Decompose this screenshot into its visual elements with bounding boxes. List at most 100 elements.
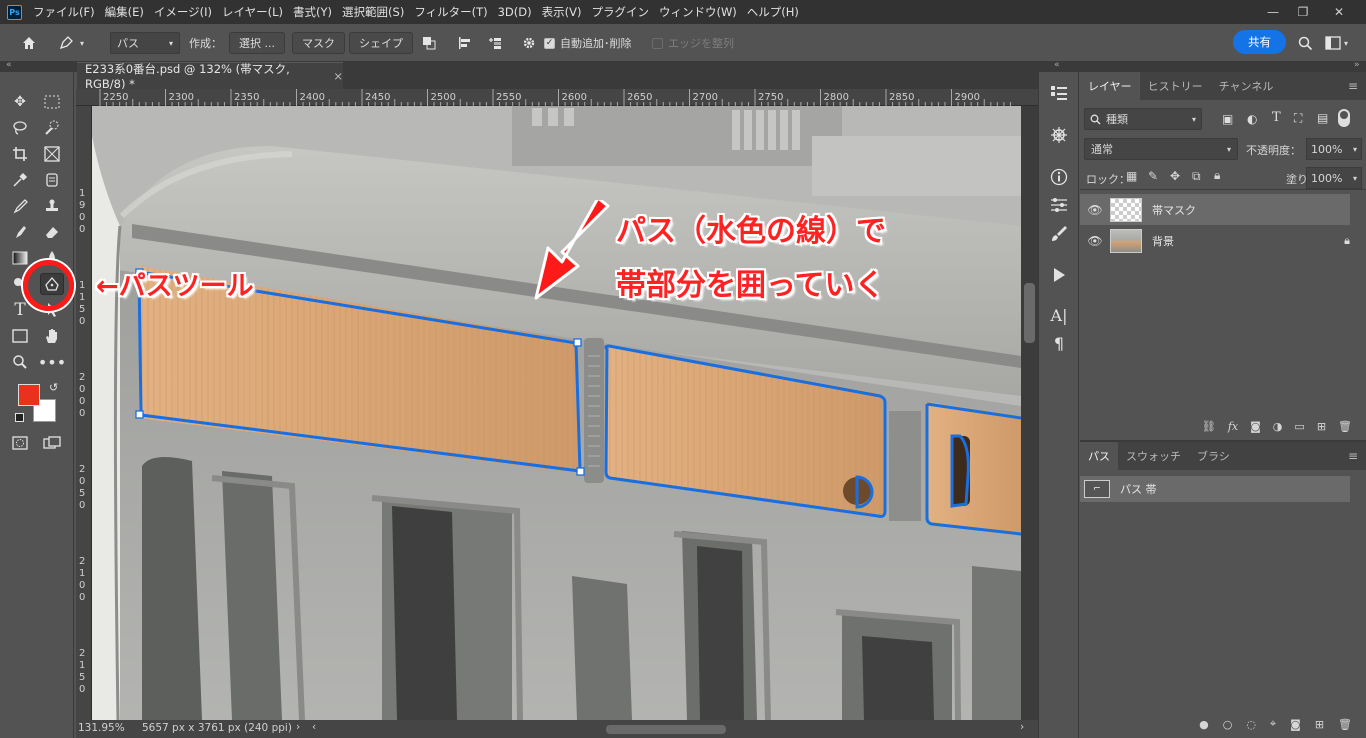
collapse-right-icon[interactable]: » [1354,60,1360,70]
fill-field[interactable]: 100% ▾ [1306,167,1362,189]
more-tools-icon[interactable]: ••• [38,351,66,373]
add-mask-icon[interactable]: ◙ [1250,420,1261,433]
collapse-left-icon[interactable]: « [1054,60,1060,70]
eraser-tool-icon[interactable] [40,221,64,243]
menu-image[interactable]: イメージ(I) [149,4,217,20]
path-alignment-icon[interactable] [456,32,474,54]
history-brush-tool-icon[interactable] [8,221,32,243]
swap-colors-icon[interactable]: ↺ [49,381,58,394]
filter-pixel-icon[interactable]: ▣ [1222,112,1233,126]
tab-brushes[interactable]: ブラシ [1189,442,1238,470]
make-shape-button[interactable]: シェイプ [349,32,413,54]
menu-3d[interactable]: 3D(D) [493,5,537,19]
path-arrangement-icon[interactable] [486,32,504,54]
auto-add-delete-checkbox[interactable]: ✓ 自動追加･削除 [544,32,632,54]
info-icon[interactable] [1048,166,1070,188]
menu-window[interactable]: ウィンドウ(W) [654,4,742,20]
menu-filter[interactable]: フィルター(T) [409,4,492,20]
fx-icon[interactable]: fx [1228,420,1238,433]
opacity-field[interactable]: 100% ▾ [1306,138,1362,160]
menu-view[interactable]: 表示(V) [537,4,587,20]
tool-preset-picker[interactable]: ▾ [58,32,98,54]
lock-artboard-icon[interactable]: ⧉ [1192,169,1201,184]
document-tab[interactable]: E233系0番台.psd @ 132% (帯マスク, RGB/8) * × [77,62,343,91]
new-path-icon[interactable]: ⊞ [1315,718,1324,731]
visibility-eye-icon[interactable]: 👁︎ [1080,234,1110,248]
search-icon[interactable] [1296,32,1314,54]
mode-select[interactable]: パス ▾ [110,32,180,54]
home-icon[interactable] [18,32,40,54]
filter-adjustment-icon[interactable]: ◐ [1247,112,1257,126]
tab-layers[interactable]: レイヤー [1080,72,1140,100]
add-mask-icon[interactable]: ◙ [1290,718,1301,731]
link-layers-icon[interactable]: ⛓︎ [1202,420,1216,433]
blend-mode-select[interactable]: 通常 ▾ [1084,138,1238,160]
lock-transparency-icon[interactable]: ▦ [1126,169,1137,183]
eyedropper-tool-icon[interactable] [8,169,32,191]
share-button[interactable]: 共有 [1233,30,1286,54]
layer-row-background[interactable]: 👁︎ 背景 🔒︎ [1080,225,1350,256]
lock-position-icon[interactable]: ✥ [1170,169,1180,183]
frame-tool-icon[interactable] [40,143,64,165]
adjustments-icon[interactable] [1048,194,1070,216]
panel-menu-icon[interactable]: ≡ [1340,72,1366,100]
gradient-tool-icon[interactable] [8,247,32,269]
new-group-icon[interactable]: ▭ [1294,420,1304,433]
maximize-button[interactable]: ❐ [1288,0,1318,24]
brush-settings-icon[interactable] [1048,222,1070,244]
new-layer-icon[interactable]: ⊞ [1317,420,1326,433]
character-icon[interactable]: A| [1048,304,1070,326]
menu-layer[interactable]: レイヤー(L) [217,4,288,20]
lock-pixels-icon[interactable]: ✎ [1148,169,1158,183]
filter-type-icon[interactable]: T [1272,110,1281,125]
zoom-tool-icon[interactable] [8,351,32,373]
paragraph-icon[interactable]: ¶ [1048,332,1070,354]
menu-type[interactable]: 書式(Y) [288,4,337,20]
vertical-scrollbar[interactable] [1021,106,1038,720]
actions-play-icon[interactable] [1048,264,1070,286]
tab-swatches[interactable]: スウォッチ [1118,442,1189,470]
tab-channels[interactable]: チャンネル [1211,72,1282,100]
rectangle-tool-icon[interactable] [8,325,32,347]
close-window-button[interactable]: ✕ [1324,0,1354,24]
make-work-path-icon[interactable]: ⌖ [1270,717,1276,731]
minimize-button[interactable]: — [1258,0,1288,24]
properties-icon[interactable] [1048,82,1070,104]
workspace-switcher[interactable]: ▾ [1325,32,1355,54]
menu-select[interactable]: 選択範囲(S) [337,4,409,20]
make-mask-button[interactable]: マスク [292,32,345,54]
collapse-left-icon[interactable]: « [6,60,12,70]
move-tool-icon[interactable]: ✥ [8,91,32,113]
make-selection-button[interactable]: 選択 ... [229,32,285,54]
delete-layer-icon[interactable]: 🗑︎ [1338,420,1352,433]
path-operations-icon[interactable] [420,32,438,54]
quick-mask-icon[interactable] [8,432,32,454]
screen-mode-icon[interactable] [40,432,64,454]
quick-selection-tool-icon[interactable] [40,117,64,139]
scroll-right-icon[interactable]: › [1020,721,1024,733]
filter-toggle-icon[interactable] [1338,109,1350,127]
layer-row-band-mask[interactable]: 👁︎ 帯マスク [1080,194,1350,225]
horizontal-scroll-thumb[interactable] [606,725,726,734]
path-row-band[interactable]: ⌐ パス 帯 [1080,476,1350,502]
layer-filter-select[interactable]: 種類 ▾ [1084,108,1202,130]
brush-tool-icon[interactable] [8,195,32,217]
adjustment-layer-icon[interactable]: ◑ [1273,420,1283,433]
hand-tool-icon[interactable] [40,325,64,347]
clone-stamp-tool-icon[interactable] [40,195,64,217]
menu-file[interactable]: ファイル(F) [28,4,100,20]
delete-path-icon[interactable]: 🗑︎ [1338,718,1352,731]
scroll-left-icon[interactable]: ‹ [312,721,316,733]
visibility-eye-icon[interactable]: 👁︎ [1080,203,1110,217]
gear-icon[interactable] [520,32,538,54]
vertical-scroll-thumb[interactable] [1024,283,1035,343]
default-colors-icon[interactable] [15,413,24,422]
spot-healing-tool-icon[interactable] [40,169,64,191]
filter-shape-icon[interactable]: ⛶ [1294,111,1302,126]
stroke-path-icon[interactable]: ○ [1223,718,1233,731]
crop-tool-icon[interactable] [8,143,32,165]
zoom-level[interactable]: 131.95% [78,722,125,734]
menu-edit[interactable]: 編集(E) [100,4,149,20]
document-canvas[interactable] [92,106,1021,720]
load-as-selection-icon[interactable]: ◌ [1246,718,1256,731]
